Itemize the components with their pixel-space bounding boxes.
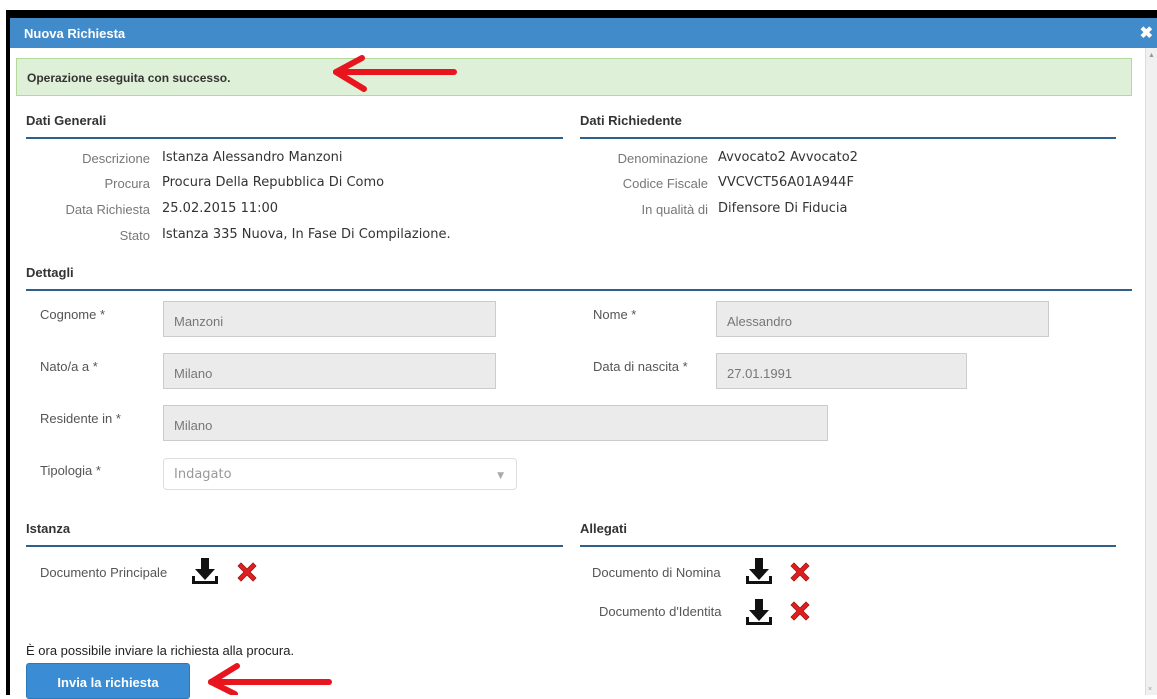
label-cognome: Cognome * xyxy=(40,307,106,322)
label-tipologia: Tipologia * xyxy=(40,463,101,478)
nato-a-field[interactable]: Milano xyxy=(163,353,496,389)
divider-istanza xyxy=(26,545,563,547)
section-title-dati-richiedente: Dati Richiedente xyxy=(580,113,682,128)
value-codice-fiscale: VVCVCT56A01A944F xyxy=(718,175,854,190)
doc-identita-label: Documento d'Identita xyxy=(599,604,722,619)
delete-icon[interactable] xyxy=(235,560,259,584)
label-denominazione: Denominazione xyxy=(617,151,708,166)
dialog-titlebar: Nuova Richiesta ✖ xyxy=(10,18,1157,48)
delete-icon[interactable] xyxy=(788,599,812,623)
tipologia-select[interactable]: Indagato ▼ xyxy=(163,458,517,490)
value-stato: Istanza 335 Nuova, In Fase Di Compilazio… xyxy=(162,227,451,242)
label-nome: Nome * xyxy=(593,307,637,322)
dialog-title: Nuova Richiesta xyxy=(24,26,126,41)
divider-dati-generali xyxy=(26,137,563,139)
label-data-nascita: Data di nascita * xyxy=(593,359,688,374)
section-title-allegati: Allegati xyxy=(580,521,627,536)
label-in-qualita-di: In qualità di xyxy=(641,202,709,217)
value-procura: Procura Della Repubblica Di Como xyxy=(162,175,385,190)
chevron-down-icon: ▼ xyxy=(497,471,504,481)
residente-in-field[interactable]: Milano xyxy=(163,405,828,441)
doc-nomina-label: Documento di Nomina xyxy=(592,565,721,580)
info-text: È ora possibile inviare la richiesta all… xyxy=(26,643,295,658)
vertical-scrollbar[interactable]: ▲ × xyxy=(1145,48,1157,695)
scroll-down-icon[interactable]: × xyxy=(1148,686,1152,693)
doc-principale-label: Documento Principale xyxy=(40,565,168,580)
label-codice-fiscale: Codice Fiscale xyxy=(622,176,708,191)
cognome-field[interactable]: Manzoni xyxy=(163,301,496,337)
label-stato: Stato xyxy=(119,228,150,243)
label-nato-a: Nato/a a * xyxy=(40,359,98,374)
divider-dettagli xyxy=(26,289,1132,291)
close-icon[interactable]: ✖ xyxy=(1140,23,1153,43)
red-arrow-annotation xyxy=(208,663,332,695)
download-icon[interactable] xyxy=(191,556,219,586)
label-descrizione: Descrizione xyxy=(82,151,150,166)
delete-icon[interactable] xyxy=(788,560,812,584)
scroll-up-icon[interactable]: ▲ xyxy=(1148,52,1155,59)
tipologia-selected-value: Indagato xyxy=(174,467,232,482)
label-data-richiesta: Data Richiesta xyxy=(65,202,150,217)
section-title-istanza: Istanza xyxy=(26,521,71,536)
label-residente-in: Residente in * xyxy=(40,411,121,426)
divider-dati-richiedente xyxy=(580,137,1116,139)
divider-allegati xyxy=(580,545,1116,547)
download-icon[interactable] xyxy=(745,597,773,627)
success-message: Operazione eseguita con successo. xyxy=(27,71,231,85)
value-denominazione: Avvocato2 Avvocato2 xyxy=(718,150,858,165)
value-descrizione: Istanza Alessandro Manzoni xyxy=(162,150,343,165)
data-nascita-field[interactable]: 27.01.1991 xyxy=(716,353,967,389)
download-icon[interactable] xyxy=(745,556,773,586)
section-title-dati-generali: Dati Generali xyxy=(26,113,107,128)
submit-button[interactable]: Invia la richiesta xyxy=(26,663,190,699)
section-title-dettagli: Dettagli xyxy=(26,265,74,280)
nome-field[interactable]: Alessandro xyxy=(716,301,1049,337)
success-alert: Operazione eseguita con successo. xyxy=(16,58,1132,96)
red-arrow-annotation xyxy=(333,55,457,92)
value-in-qualita-di: Difensore Di Fiducia xyxy=(718,201,848,216)
label-procura: Procura xyxy=(104,176,150,191)
value-data-richiesta: 25.02.2015 11:00 xyxy=(162,201,279,216)
